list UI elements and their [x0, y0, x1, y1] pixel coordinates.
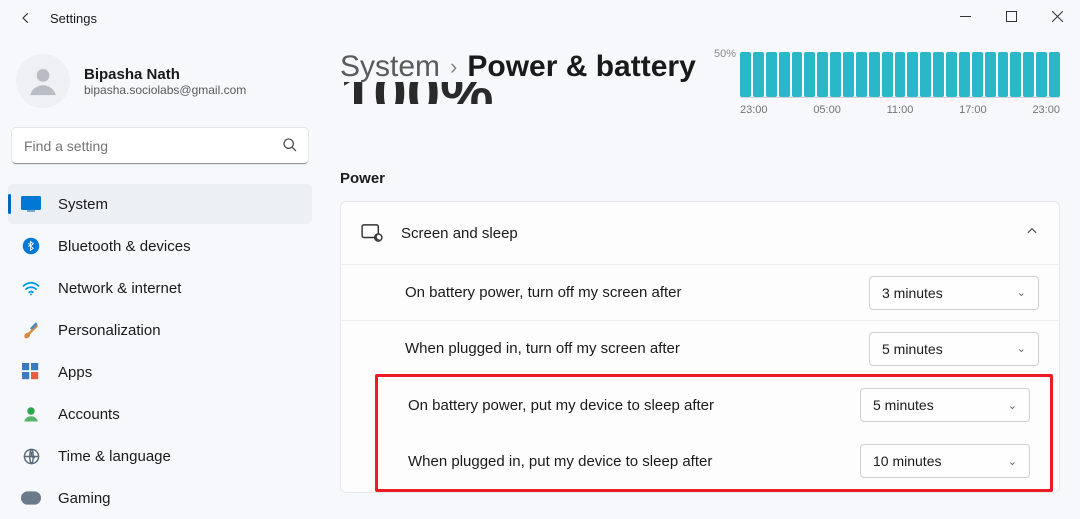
wifi-icon — [20, 277, 42, 299]
chart-bar — [804, 52, 815, 97]
close-button[interactable] — [1034, 0, 1080, 32]
chart-bar — [817, 52, 828, 97]
sidebar-item-network[interactable]: Network & internet — [8, 268, 312, 308]
avatar — [16, 54, 70, 108]
gaming-icon — [20, 487, 42, 509]
chevron-up-icon — [1025, 224, 1039, 243]
chart-bar — [907, 52, 918, 97]
search-icon — [282, 137, 298, 158]
search-input[interactable] — [12, 128, 308, 164]
chart-bar — [998, 52, 1009, 97]
chart-bar — [1049, 52, 1060, 97]
sidebar-item-label: Accounts — [58, 406, 120, 423]
sidebar-item-system[interactable]: System — [8, 184, 312, 224]
chart-tick: 11:00 — [887, 104, 914, 116]
highlight-box: On battery power, put my device to sleep… — [375, 374, 1053, 492]
sleep-plugged-row: When plugged in, put my device to sleep … — [378, 433, 1050, 489]
sidebar-item-label: Time & language — [58, 448, 171, 465]
bluetooth-icon — [20, 235, 42, 257]
accounts-icon — [20, 403, 42, 425]
sidebar-item-time[interactable]: Time & language — [8, 436, 312, 476]
chart-tick: 23:00 — [1032, 104, 1060, 116]
chart-bar — [740, 52, 751, 97]
screen-sleep-title: Screen and sleep — [401, 225, 1025, 242]
chart-bar — [792, 52, 803, 97]
chart-tick: 23:00 — [740, 104, 768, 116]
chevron-down-icon: ⌄ — [1008, 399, 1017, 412]
chart-y-label: 50% — [714, 48, 736, 60]
page-title: Power & battery — [467, 50, 695, 84]
profile-email: bipasha.sociolabs@gmail.com — [84, 83, 246, 97]
chart-bar — [753, 52, 764, 97]
chart-bar — [1010, 52, 1021, 97]
sidebar-item-accounts[interactable]: Accounts — [8, 394, 312, 434]
chevron-down-icon: ⌄ — [1017, 286, 1026, 299]
section-title-power: Power — [340, 170, 1060, 187]
chart-tick: 17:00 — [959, 104, 987, 116]
sidebar-item-label: Apps — [58, 364, 92, 381]
row-label: On battery power, put my device to sleep… — [408, 397, 860, 414]
chart-bar — [869, 52, 880, 97]
chart-bar — [1036, 52, 1047, 97]
screen-sleep-header[interactable]: Screen and sleep — [341, 202, 1059, 264]
system-icon — [20, 193, 42, 215]
chevron-right-icon: › — [450, 54, 457, 80]
window-title: Settings — [50, 11, 97, 26]
dropdown-value: 5 minutes — [882, 341, 943, 357]
chart-bar — [933, 52, 944, 97]
breadcrumb-parent[interactable]: System — [340, 50, 440, 84]
sleep-battery-dropdown[interactable]: 5 minutes ⌄ — [860, 388, 1030, 422]
chart-tick: 05:00 — [813, 104, 841, 116]
back-button[interactable] — [10, 2, 42, 34]
sidebar-item-apps[interactable]: Apps — [8, 352, 312, 392]
sidebar-item-label: Gaming — [58, 490, 111, 507]
chart-bar — [882, 52, 893, 97]
chart-bar — [1023, 52, 1034, 97]
battery-usage-chart[interactable]: 50% 23:0005:0011:0017:0023:00 — [740, 50, 1060, 116]
maximize-button[interactable] — [988, 0, 1034, 32]
chevron-down-icon: ⌄ — [1008, 455, 1017, 468]
screen-off-battery-dropdown[interactable]: 3 minutes ⌄ — [869, 276, 1039, 310]
dropdown-value: 5 minutes — [873, 397, 934, 413]
chart-bar — [830, 52, 841, 97]
chart-bar — [766, 52, 777, 97]
sidebar-item-personalization[interactable]: Personalization — [8, 310, 312, 350]
sidebar-item-label: Network & internet — [58, 280, 181, 297]
screen-off-battery-row: On battery power, turn off my screen aft… — [341, 264, 1059, 320]
sidebar-item-label: System — [58, 196, 108, 213]
row-label: When plugged in, put my device to sleep … — [408, 453, 860, 470]
sidebar-item-bluetooth[interactable]: Bluetooth & devices — [8, 226, 312, 266]
brush-icon — [20, 319, 42, 341]
chart-bar — [946, 52, 957, 97]
chart-bar — [920, 52, 931, 97]
sidebar-item-label: Bluetooth & devices — [58, 238, 191, 255]
apps-icon — [20, 361, 42, 383]
sidebar-item-label: Personalization — [58, 322, 161, 339]
profile-block[interactable]: Bipasha Nath bipasha.sociolabs@gmail.com — [8, 44, 312, 128]
chart-bar — [895, 52, 906, 97]
sidebar-item-gaming[interactable]: Gaming — [8, 478, 312, 518]
dropdown-value: 3 minutes — [882, 285, 943, 301]
profile-name: Bipasha Nath — [84, 66, 246, 83]
row-label: When plugged in, turn off my screen afte… — [405, 340, 869, 357]
screen-sleep-card: Screen and sleep On battery power, turn … — [340, 201, 1060, 493]
screen-sleep-icon — [361, 224, 383, 242]
chevron-down-icon: ⌄ — [1017, 342, 1026, 355]
dropdown-value: 10 minutes — [873, 453, 941, 469]
screen-off-plugged-row: When plugged in, turn off my screen afte… — [341, 320, 1059, 376]
chart-bar — [856, 52, 867, 97]
chart-bar — [779, 52, 790, 97]
screen-off-plugged-dropdown[interactable]: 5 minutes ⌄ — [869, 332, 1039, 366]
sleep-plugged-dropdown[interactable]: 10 minutes ⌄ — [860, 444, 1030, 478]
chart-bar — [972, 52, 983, 97]
row-label: On battery power, turn off my screen aft… — [405, 284, 869, 301]
sleep-battery-row: On battery power, put my device to sleep… — [378, 377, 1050, 433]
clock-globe-icon — [20, 445, 42, 467]
chart-bar — [985, 52, 996, 97]
chart-bar — [843, 52, 854, 97]
chart-bar — [959, 52, 970, 97]
minimize-button[interactable] — [942, 0, 988, 32]
